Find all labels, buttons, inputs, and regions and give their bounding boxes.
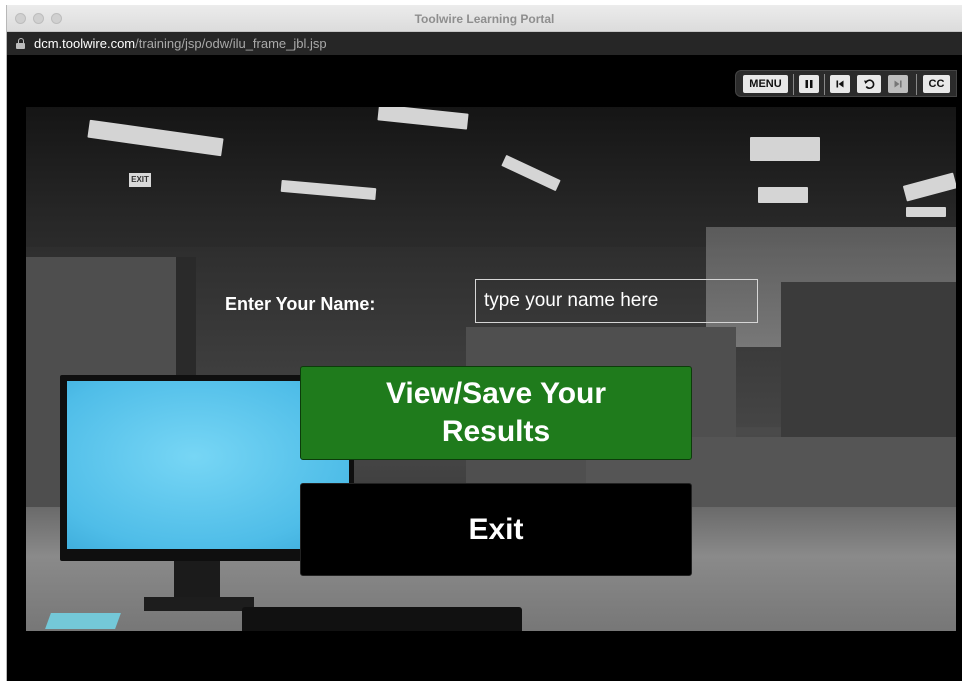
window-title: Toolwire Learning Portal bbox=[414, 12, 555, 26]
exit-sign: EXIT bbox=[129, 173, 151, 187]
skip-forward-icon bbox=[894, 80, 902, 88]
url-path: /training/jsp/odw/ilu_frame_jbl.jsp bbox=[135, 36, 327, 51]
lock-icon bbox=[16, 38, 25, 49]
course-player: MENU CC EXIT Enter Your Name: type your … bbox=[7, 55, 962, 681]
view-save-results-button[interactable]: View/Save Your Results bbox=[300, 366, 692, 460]
menu-button[interactable]: MENU bbox=[743, 75, 788, 93]
address-bar[interactable]: dcm.toolwire.com/training/jsp/odw/ilu_fr… bbox=[7, 32, 962, 55]
keyboard bbox=[242, 607, 522, 631]
browser-window: Toolwire Learning Portal dcm.toolwire.co… bbox=[6, 5, 962, 681]
replay-button[interactable] bbox=[857, 75, 881, 93]
name-input[interactable] bbox=[475, 279, 758, 323]
player-control-bar: MENU CC bbox=[735, 70, 957, 97]
skip-back-icon bbox=[836, 80, 844, 88]
skip-back-button[interactable] bbox=[830, 75, 850, 93]
name-label: Enter Your Name: bbox=[225, 294, 376, 314]
replay-icon bbox=[864, 79, 875, 89]
skip-forward-button[interactable] bbox=[888, 75, 908, 93]
title-bar: Toolwire Learning Portal bbox=[7, 5, 962, 32]
pause-icon bbox=[805, 80, 813, 88]
url-text[interactable]: dcm.toolwire.com/training/jsp/odw/ilu_fr… bbox=[34, 36, 327, 51]
pause-button[interactable] bbox=[799, 75, 819, 93]
exit-button[interactable]: Exit bbox=[300, 483, 692, 576]
closed-captions-button[interactable]: CC bbox=[923, 75, 950, 93]
url-host: dcm.toolwire.com bbox=[34, 36, 136, 51]
